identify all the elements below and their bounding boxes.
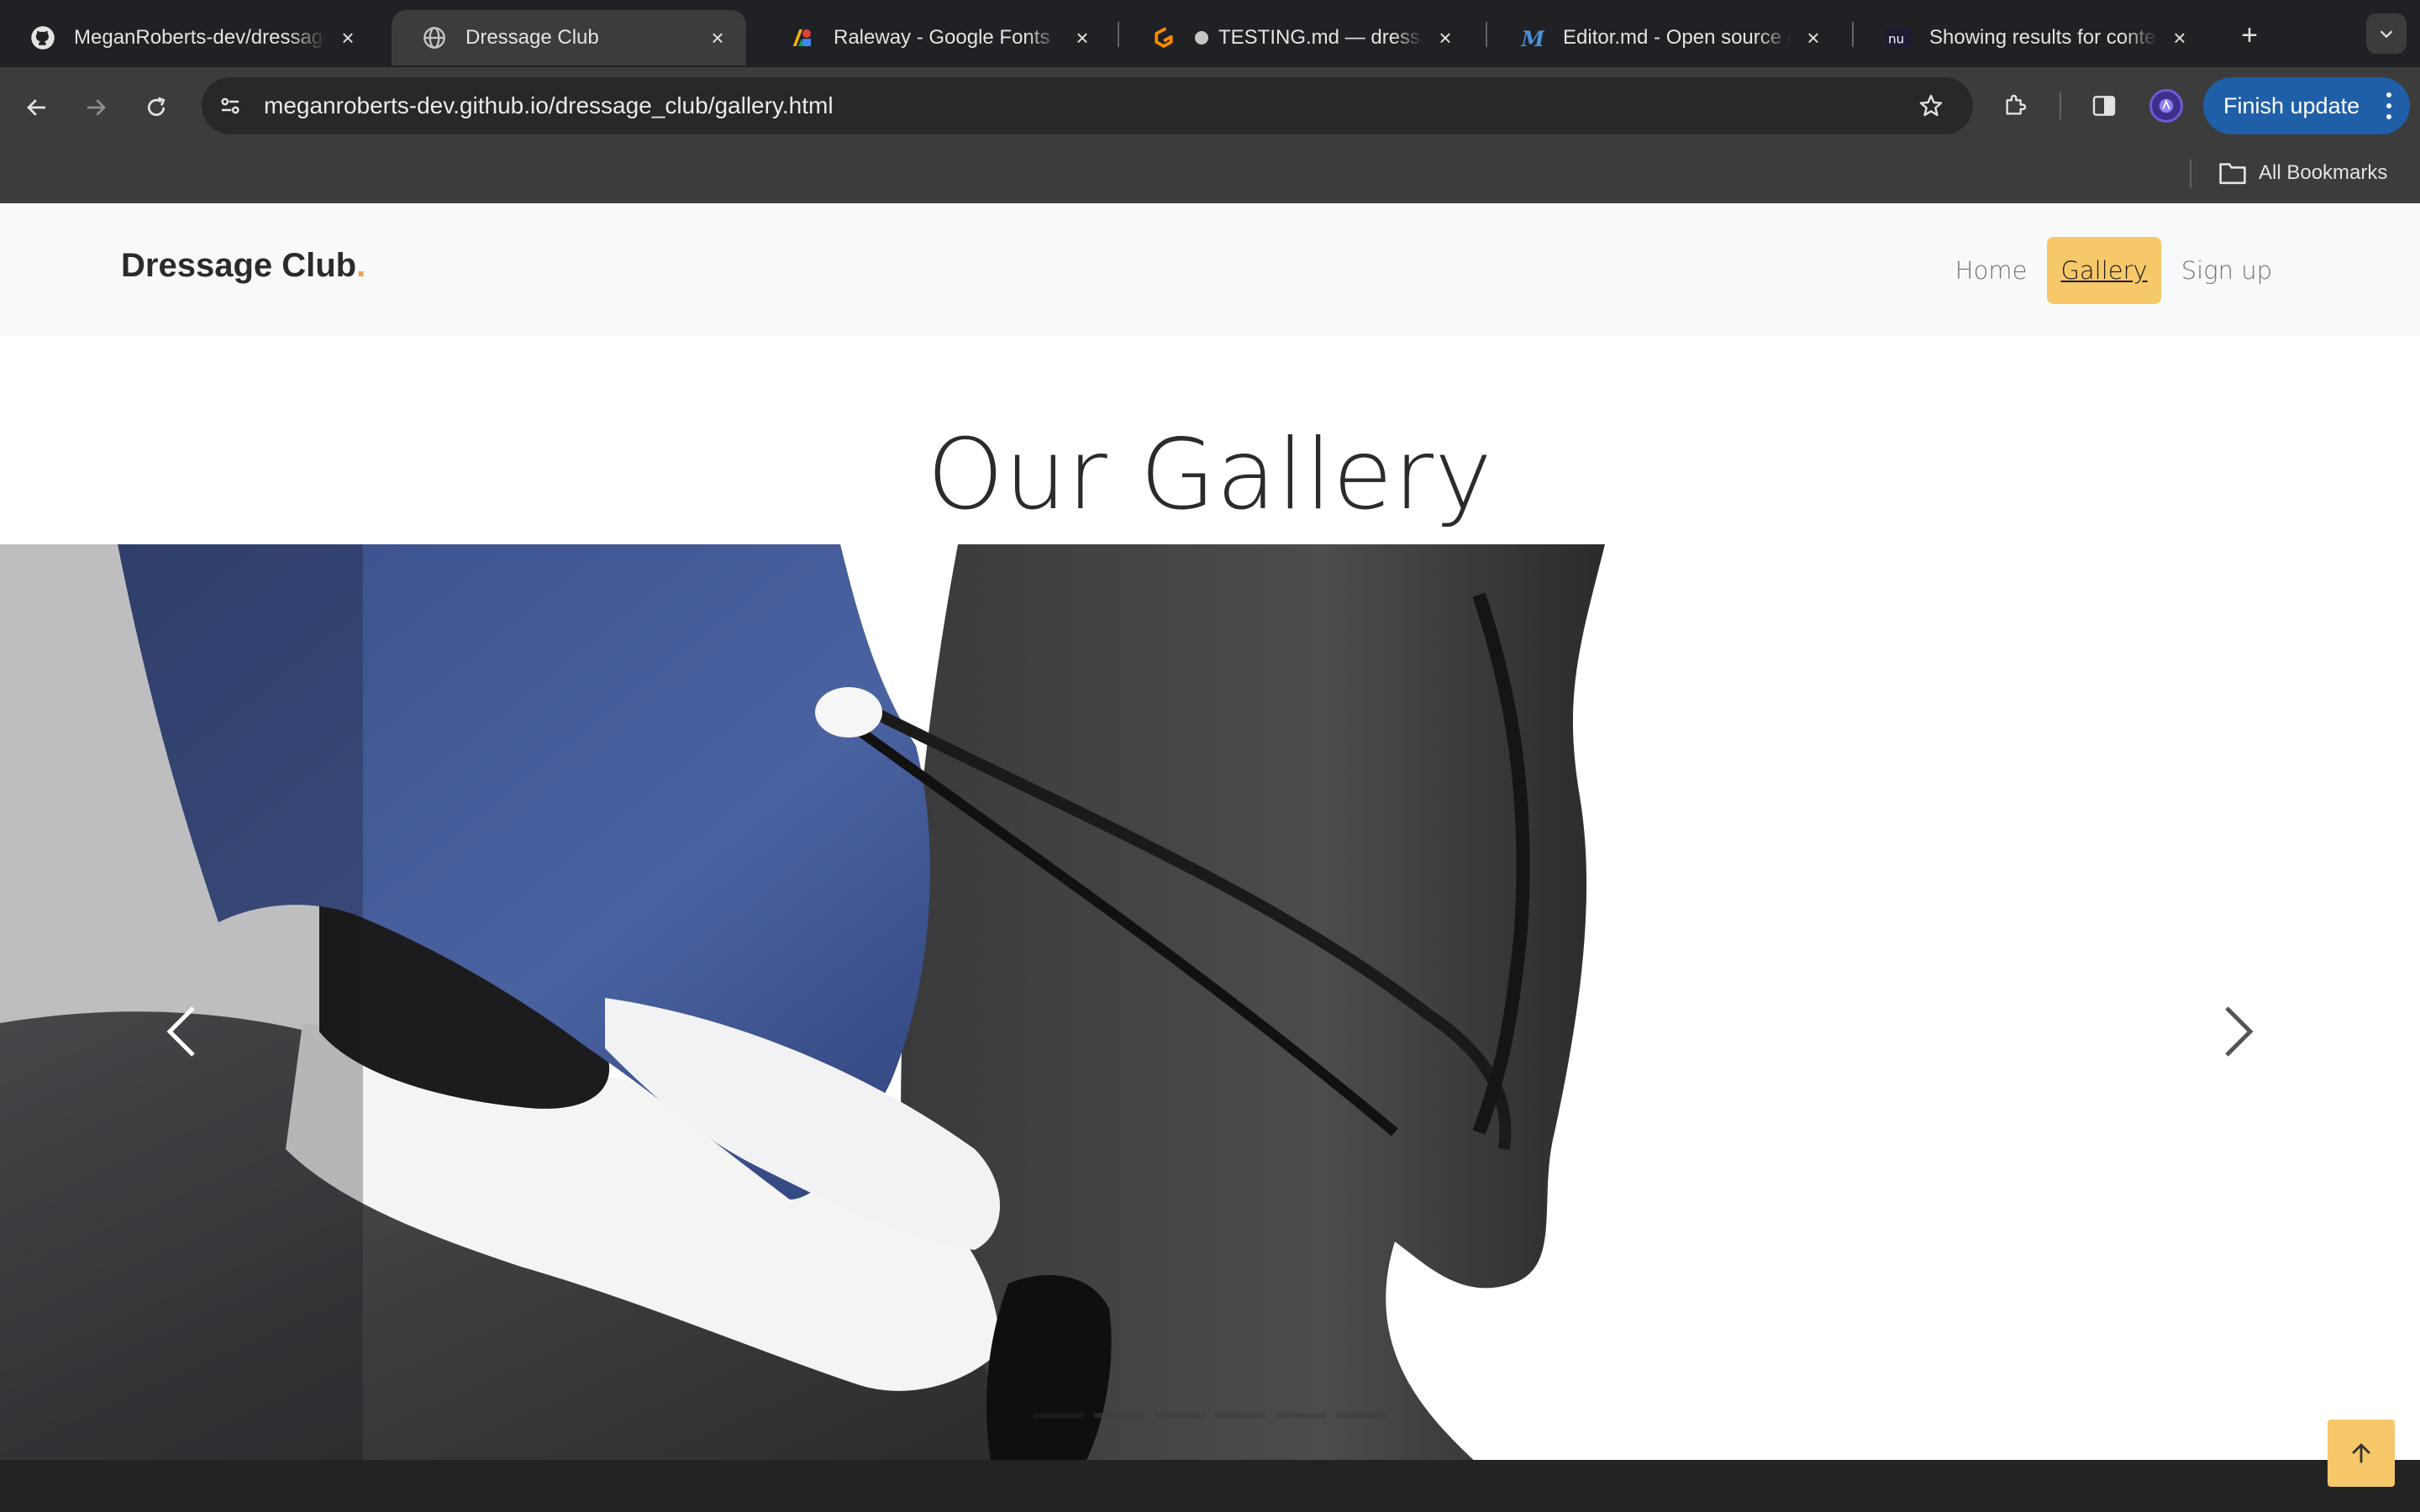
profile-avatar[interactable]	[2149, 89, 2183, 123]
editor-md-icon: M	[1519, 25, 1545, 50]
gallery-carousel	[0, 544, 2420, 1465]
carousel-indicator[interactable]	[1276, 1413, 1326, 1418]
carousel-indicator[interactable]	[1155, 1413, 1205, 1418]
new-tab-button[interactable]: +	[2231, 17, 2268, 54]
tab-search-results[interactable]: nu Showing results for contents ×	[1855, 10, 2208, 66]
globe-icon	[422, 25, 447, 50]
site-footer	[0, 1460, 2420, 1512]
brand-text: Dressage Club	[121, 247, 357, 284]
svg-text:M: M	[1521, 27, 1545, 50]
carousel-indicator[interactable]	[1336, 1413, 1386, 1418]
brand-dot: .	[356, 247, 366, 284]
tab-divider	[1852, 22, 1854, 47]
profile-icon	[2159, 98, 2174, 113]
bookmarks-divider	[2190, 160, 2191, 188]
carousel-indicators	[1034, 1413, 1397, 1418]
chevron-right-icon	[2225, 1006, 2254, 1057]
arrow-right-icon	[87, 99, 106, 116]
back-button[interactable]	[17, 87, 57, 128]
chevron-left-icon	[166, 1006, 195, 1057]
site-settings-icon[interactable]	[215, 91, 245, 121]
close-icon[interactable]: ×	[1434, 25, 1457, 50]
arrow-up-icon	[2352, 1443, 2370, 1463]
carousel-image	[0, 544, 2420, 1465]
carousel-indicator[interactable]	[1034, 1413, 1084, 1418]
site-brand[interactable]: Dressage Club.	[121, 247, 366, 285]
gitpod-icon	[1151, 25, 1176, 50]
tab-editor-md[interactable]: M Editor.md - Open source online ×	[1489, 10, 1842, 66]
svg-text:nu: nu	[1888, 31, 1904, 46]
carousel-prev-button[interactable]	[156, 998, 207, 1065]
arrow-left-icon	[27, 99, 45, 116]
carousel-indicator[interactable]	[1215, 1413, 1265, 1418]
folder-icon	[2219, 163, 2246, 185]
carousel-next-button[interactable]	[2213, 998, 2264, 1065]
close-icon[interactable]: ×	[1802, 25, 1825, 50]
chevron-down-icon	[2380, 30, 2393, 39]
nav-gallery[interactable]: Gallery	[2047, 237, 2161, 304]
tab-strip: MeganRoberts-dev/dressage_club × Dressag…	[0, 0, 2420, 67]
google-fonts-icon	[790, 25, 815, 50]
nu-icon: nu	[1886, 25, 1911, 50]
tab-google-fonts[interactable]: Raleway - Google Fonts ×	[760, 10, 1111, 66]
all-bookmarks-label: All Bookmarks	[2259, 161, 2388, 184]
forward-button[interactable]	[76, 87, 116, 128]
finish-update-label: Finish update	[2223, 92, 2360, 118]
tab-github[interactable]: MeganRoberts-dev/dressage_club ×	[0, 10, 376, 66]
web-page: Dressage Club. Home Gallery Sign up Our …	[0, 203, 2420, 1512]
tab-divider	[1486, 22, 1487, 47]
close-icon[interactable]: ×	[1071, 25, 1094, 50]
side-panel-icon[interactable]	[2086, 87, 2123, 124]
bookmarks-bar	[0, 144, 2420, 203]
all-bookmarks-button[interactable]: All Bookmarks	[2218, 158, 2387, 188]
bookmark-star-icon[interactable]	[1912, 87, 1949, 124]
nav-home[interactable]: Home	[1942, 237, 2041, 304]
back-to-top-button[interactable]	[2328, 1420, 2395, 1487]
menu-dots-icon[interactable]	[2386, 92, 2391, 119]
reload-icon	[147, 97, 166, 117]
reload-button[interactable]	[136, 87, 176, 128]
carousel-indicator[interactable]	[1094, 1413, 1144, 1418]
nav-sign-up[interactable]: Sign up	[2168, 237, 2286, 304]
unsaved-dot-icon	[1195, 31, 1208, 45]
url-text[interactable]: meganroberts-dev.github.io/dressage_club…	[264, 91, 834, 121]
finish-update-button[interactable]: Finish update	[2203, 77, 2410, 134]
tab-divider	[1118, 22, 1119, 47]
close-icon[interactable]: ×	[706, 25, 729, 50]
extensions-icon[interactable]	[1996, 87, 2033, 124]
toolbar-divider	[2060, 92, 2061, 119]
site-header: Dressage Club. Home Gallery Sign up	[0, 203, 2420, 336]
github-icon	[30, 25, 55, 50]
close-icon[interactable]: ×	[336, 25, 360, 50]
tab-testing-md[interactable]: TESTING.md — dressage_club ×	[1121, 10, 1474, 66]
page-title: Our Gallery	[927, 418, 1493, 532]
site-nav: Home Gallery Sign up	[1935, 237, 2286, 304]
close-icon[interactable]: ×	[2168, 25, 2191, 50]
tab-search-button[interactable]	[2366, 13, 2407, 54]
tab-dressage-club[interactable]: Dressage Club ×	[392, 10, 746, 66]
